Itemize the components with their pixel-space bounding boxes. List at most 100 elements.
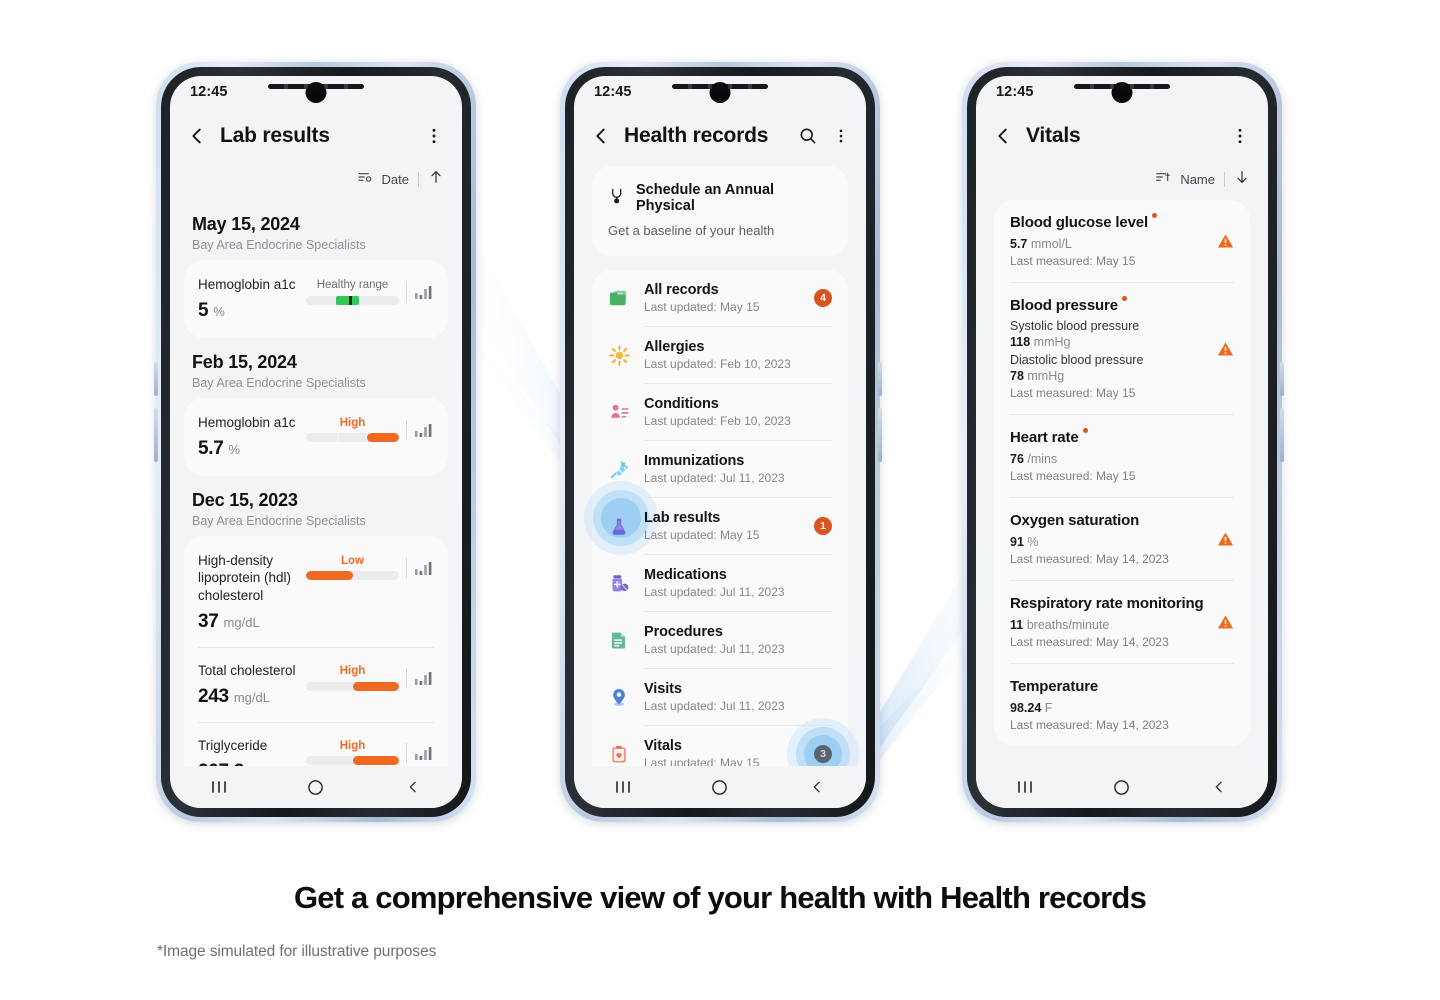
vital-measured: Last measured: May 14, 2023 bbox=[1010, 718, 1169, 732]
page-title: Health records bbox=[624, 124, 769, 147]
lab-card[interactable]: High-density lipoprotein (hdl) cholester… bbox=[184, 535, 448, 799]
group-date: Feb 15, 2024 bbox=[192, 351, 297, 372]
more-vertical-icon[interactable] bbox=[832, 124, 850, 148]
home-icon[interactable] bbox=[306, 777, 326, 797]
system-nav-bar bbox=[976, 766, 1268, 808]
list-item-lab-results[interactable]: Lab results Last updated: May 15 1 bbox=[584, 481, 848, 555]
group-org: Bay Area Endocrine Specialists bbox=[192, 375, 366, 390]
vital-value: 5.7 bbox=[1010, 237, 1028, 251]
flask-icon bbox=[608, 515, 630, 537]
group-header: May 15, 2024 Bay Area Endocrine Speciali… bbox=[184, 200, 448, 260]
new-indicator-dot bbox=[1152, 213, 1158, 218]
recents-icon[interactable] bbox=[613, 777, 633, 797]
list-item-medications[interactable]: Medications Last updated: Jul 11, 2023 bbox=[592, 555, 848, 611]
vital-row-heart-rate[interactable]: Heart rate 76 /mins Last measured: May 1… bbox=[994, 415, 1250, 497]
volume-button[interactable] bbox=[154, 362, 158, 396]
annual-physical-promo-card[interactable]: Schedule an Annual Physical Get a baseli… bbox=[592, 166, 848, 256]
lab-results-list[interactable]: May 15, 2024 Bay Area Endocrine Speciali… bbox=[170, 200, 462, 799]
status-time: 12:45 bbox=[996, 84, 1034, 100]
search-icon[interactable] bbox=[796, 124, 820, 148]
power-button[interactable] bbox=[1280, 408, 1284, 462]
more-vertical-icon[interactable] bbox=[422, 124, 446, 148]
back-icon[interactable] bbox=[1209, 777, 1229, 797]
phones-stage: 12:45 Lab results Date May 15, 2024 Bay … bbox=[0, 0, 1440, 860]
group-org: Bay Area Endocrine Specialists bbox=[192, 238, 366, 252]
group-date: May 15, 2024 bbox=[192, 214, 300, 234]
status-bar: 12:45 bbox=[170, 76, 462, 110]
bar-chart-icon[interactable] bbox=[414, 422, 434, 438]
list-item-updated: Last updated: May 15 bbox=[644, 300, 760, 314]
sort-divider bbox=[1224, 171, 1225, 187]
lab-gauge bbox=[306, 571, 399, 581]
gauge-divider bbox=[406, 282, 407, 303]
list-item-label: Vitals bbox=[644, 738, 682, 754]
lab-card[interactable]: Hemoglobin a1c 5.7 % High bbox=[184, 397, 448, 476]
vital-row-respiratory-rate[interactable]: Respiratory rate monitoring 11 breaths/m… bbox=[994, 581, 1250, 663]
power-button[interactable] bbox=[878, 408, 882, 462]
lab-row[interactable]: High-density lipoprotein (hdl) cholester… bbox=[184, 538, 448, 647]
gauge-divider bbox=[406, 557, 407, 578]
recents-icon[interactable] bbox=[1015, 777, 1035, 797]
vital-title: Respiratory rate monitoring bbox=[1010, 595, 1204, 612]
bar-chart-icon[interactable] bbox=[414, 560, 434, 576]
chevron-left-icon[interactable] bbox=[590, 125, 612, 147]
bar-chart-icon[interactable] bbox=[414, 670, 434, 686]
list-item-conditions[interactable]: Conditions Last updated: Feb 10, 2023 bbox=[592, 384, 848, 440]
vital-row-oxygen-saturation[interactable]: Oxygen saturation 91 % Last measured: Ma… bbox=[994, 498, 1250, 580]
lab-row[interactable]: Hemoglobin a1c 5 % Healthy range bbox=[184, 262, 448, 336]
lab-row[interactable]: Total cholesterol 243 mg/dL High bbox=[184, 648, 448, 722]
power-button[interactable] bbox=[154, 408, 158, 462]
home-icon[interactable] bbox=[1112, 777, 1132, 797]
vital-row-blood-glucose[interactable]: Blood glucose level 5.7 mmol/L Last meas… bbox=[994, 200, 1250, 282]
arrow-down-icon[interactable] bbox=[1234, 168, 1250, 191]
sort-control[interactable]: Date bbox=[170, 162, 462, 200]
lab-row[interactable]: Hemoglobin a1c 5.7 % High bbox=[184, 400, 448, 474]
system-nav-bar bbox=[170, 766, 462, 808]
phone1-screen: 12:45 Lab results Date May 15, 2024 Bay … bbox=[170, 76, 462, 808]
vital-row-blood-pressure[interactable]: Blood pressure Systolic blood pressure 1… bbox=[994, 283, 1250, 414]
arrow-up-icon[interactable] bbox=[428, 168, 444, 191]
app-bar: Lab results bbox=[170, 110, 462, 162]
list-item-updated: Last updated: Jul 11, 2023 bbox=[644, 642, 785, 656]
back-icon[interactable] bbox=[403, 777, 423, 797]
list-item-procedures[interactable]: Procedures Last updated: Jul 11, 2023 bbox=[592, 612, 848, 668]
volume-button[interactable] bbox=[1280, 362, 1284, 396]
list-item-all-records[interactable]: All records Last updated: May 15 4 bbox=[592, 270, 848, 326]
chevron-left-icon[interactable] bbox=[186, 125, 208, 147]
list-item-immunizations[interactable]: Immunizations Last updated: Jul 11, 2023 bbox=[592, 441, 848, 497]
warning-icon bbox=[1217, 233, 1234, 249]
warning-icon bbox=[1217, 614, 1234, 630]
lab-unit: % bbox=[213, 303, 225, 319]
recents-icon[interactable] bbox=[209, 777, 229, 797]
lab-value: 5.7 bbox=[198, 437, 224, 459]
lab-name: Hemoglobin a1c bbox=[198, 414, 296, 430]
list-item-allergies[interactable]: Allergies Last updated: Feb 10, 2023 bbox=[592, 327, 848, 383]
records-list[interactable]: All records Last updated: May 15 4 Aller… bbox=[584, 270, 859, 790]
new-indicator-dot bbox=[1082, 428, 1088, 433]
vital-measured: Last measured: May 14, 2023 bbox=[1010, 635, 1169, 649]
earpiece-speaker bbox=[672, 84, 768, 89]
lab-status-label: Healthy range bbox=[316, 279, 389, 291]
vitals-list[interactable]: Blood glucose level 5.7 mmol/L Last meas… bbox=[994, 200, 1250, 746]
vital-row-temperature[interactable]: Temperature 98.24 F Last measured: May 1… bbox=[994, 664, 1250, 746]
syringe-icon bbox=[608, 458, 630, 480]
lab-card[interactable]: Hemoglobin a1c 5 % Healthy range bbox=[184, 260, 448, 338]
list-item-visits[interactable]: Visits Last updated: Jul 11, 2023 bbox=[592, 669, 848, 725]
back-icon[interactable] bbox=[807, 777, 827, 797]
bar-chart-icon[interactable] bbox=[414, 284, 434, 300]
status-time: 12:45 bbox=[190, 84, 228, 100]
sort-icon bbox=[357, 169, 373, 190]
lab-status-label: High bbox=[339, 416, 366, 429]
lab-gauge bbox=[306, 295, 399, 305]
location-pin-icon bbox=[608, 686, 630, 708]
bar-chart-icon[interactable] bbox=[414, 745, 434, 761]
more-vertical-icon[interactable] bbox=[1228, 124, 1252, 148]
chevron-left-icon[interactable] bbox=[992, 125, 1014, 147]
vital-measured: Last measured: May 15 bbox=[1010, 386, 1136, 400]
stethoscope-icon bbox=[608, 187, 627, 210]
clipboard-heart-icon bbox=[608, 743, 630, 765]
sort-control[interactable]: Name bbox=[976, 162, 1268, 200]
volume-button[interactable] bbox=[878, 362, 882, 396]
list-item-label: Conditions bbox=[644, 396, 719, 412]
home-icon[interactable] bbox=[710, 777, 730, 797]
